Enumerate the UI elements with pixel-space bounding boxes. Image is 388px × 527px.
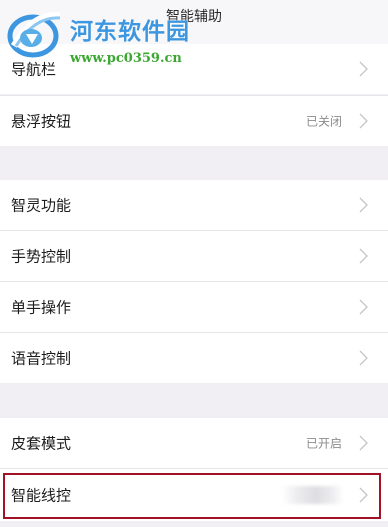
row-label: 单手操作 [11,298,72,317]
watermark-url: www.pc0359.cn [70,51,182,66]
row-status: 已关闭 [305,114,342,129]
watermark-title: 河东软件园 [70,18,190,45]
settings-row-voice-control[interactable]: 语音控制 [0,333,388,383]
settings-row-smart-wire-control[interactable]: 智能线控 [0,469,388,521]
chevron-right-icon [359,113,368,129]
settings-row-one-hand-mode[interactable]: 单手操作 [0,282,388,332]
settings-row-cover-mode[interactable]: 皮套模式 已开启 [0,418,388,468]
row-label: 智灵功能 [11,196,72,215]
chevron-right-icon [359,350,368,366]
chevron-right-icon [359,61,368,77]
row-label: 悬浮按钮 [11,112,72,131]
chevron-right-icon [359,487,368,503]
row-label: 手势控制 [11,247,72,266]
row-label: 智能线控 [11,486,72,505]
settings-row-smart-features[interactable]: 智灵功能 [0,180,388,230]
settings-row-gesture-control[interactable]: 手势控制 [0,231,388,281]
chevron-right-icon [359,299,368,315]
pc0359-logo-icon [7,12,61,58]
watermark: 河东软件园 www.pc0359.cn [6,6,216,68]
row-status: 已开启 [305,436,342,451]
chevron-right-icon [359,248,368,264]
row-label: 语音控制 [11,349,72,368]
redacted-value [282,486,344,504]
settings-row-floating-button[interactable]: 悬浮按钮 已关闭 [0,96,388,146]
row-label: 皮套模式 [11,434,72,453]
chevron-right-icon [359,197,368,213]
chevron-right-icon [359,435,368,451]
